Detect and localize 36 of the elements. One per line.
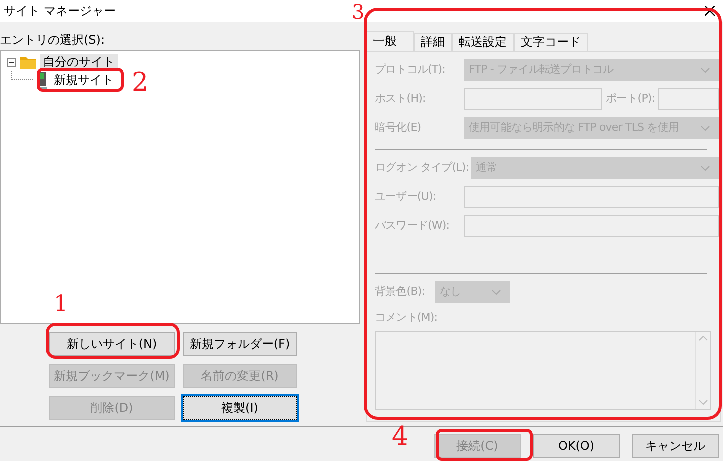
computer-icon <box>37 72 47 88</box>
annotation-number: 3 <box>352 2 365 22</box>
chevron-down-icon <box>701 166 710 170</box>
annotation-number: 4 <box>392 424 409 450</box>
annotation-number: 1 <box>54 294 68 316</box>
button[interactable]: 複製(I) <box>183 396 297 420</box>
field-label: ユーザー(U): <box>375 188 438 205</box>
field-label: コメント(M): <box>375 310 439 326</box>
tree-label: エントリの選択(S): <box>0 32 106 49</box>
collapse-icon[interactable] <box>7 58 16 66</box>
scroll-down-icon[interactable] <box>698 400 708 405</box>
field-label: ホスト(H): <box>375 90 427 107</box>
tab[interactable]: 文字コード <box>514 33 588 51</box>
annotation-number: 2 <box>132 70 149 96</box>
close-icon[interactable] <box>705 6 715 16</box>
button[interactable]: キャンセル <box>632 434 719 458</box>
field-label: プロトコル(T): <box>375 62 446 78</box>
window-title: サイト マネージャー <box>4 3 116 20</box>
button[interactable]: 新しいサイト(N) <box>49 332 175 356</box>
chevron-down-icon <box>701 126 710 130</box>
folder-icon <box>20 56 36 68</box>
tab[interactable]: 詳細 <box>414 33 452 51</box>
tree-item[interactable]: 新規サイト <box>51 72 117 88</box>
button[interactable]: OK(O) <box>533 434 620 458</box>
chevron-down-icon <box>492 290 501 294</box>
chevron-down-icon <box>701 68 710 72</box>
field-label: パスワード(W): <box>375 218 451 234</box>
field-label: ログオン タイプ(L): <box>375 160 470 176</box>
scroll-up-icon[interactable] <box>698 336 708 341</box>
tab[interactable]: 一般 <box>366 31 414 51</box>
tree-line <box>11 71 33 80</box>
field-label: ポート(P): <box>606 90 656 107</box>
button[interactable]: 新規フォルダー(F) <box>183 332 297 356</box>
tab[interactable]: 転送設定 <box>452 33 514 51</box>
field-label: 背景色(B): <box>375 284 426 300</box>
field-label: 暗号化(E) <box>375 120 422 136</box>
